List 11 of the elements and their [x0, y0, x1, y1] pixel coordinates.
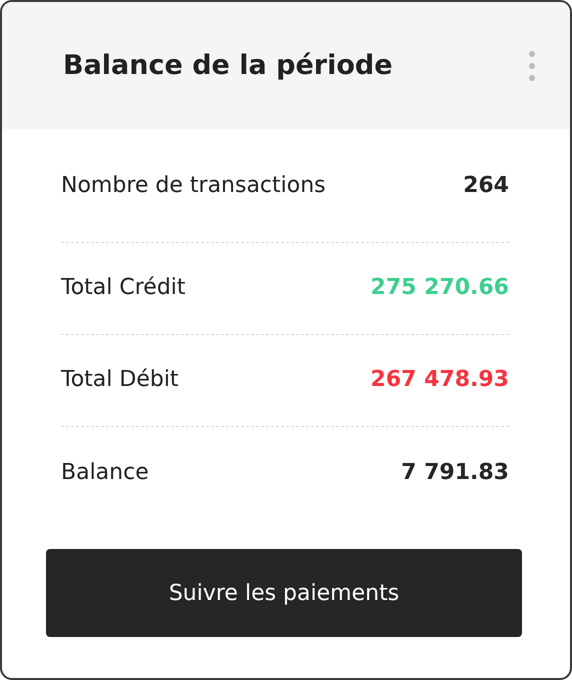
row-label: Balance — [61, 460, 149, 484]
row-value: 275 270.66 — [370, 275, 509, 300]
card-title: Balance de la période — [63, 50, 393, 81]
row-label: Nombre de transactions — [61, 173, 326, 198]
row-value: 7 791.83 — [401, 460, 509, 484]
follow-payments-button[interactable]: Suivre les paiements — [46, 549, 522, 637]
row-value: 264 — [463, 173, 509, 198]
row-label: Total Débit — [61, 367, 179, 392]
row-label: Total Crédit — [61, 275, 186, 300]
row-value: 267 478.93 — [370, 367, 509, 392]
more-options-icon[interactable] — [528, 50, 536, 82]
